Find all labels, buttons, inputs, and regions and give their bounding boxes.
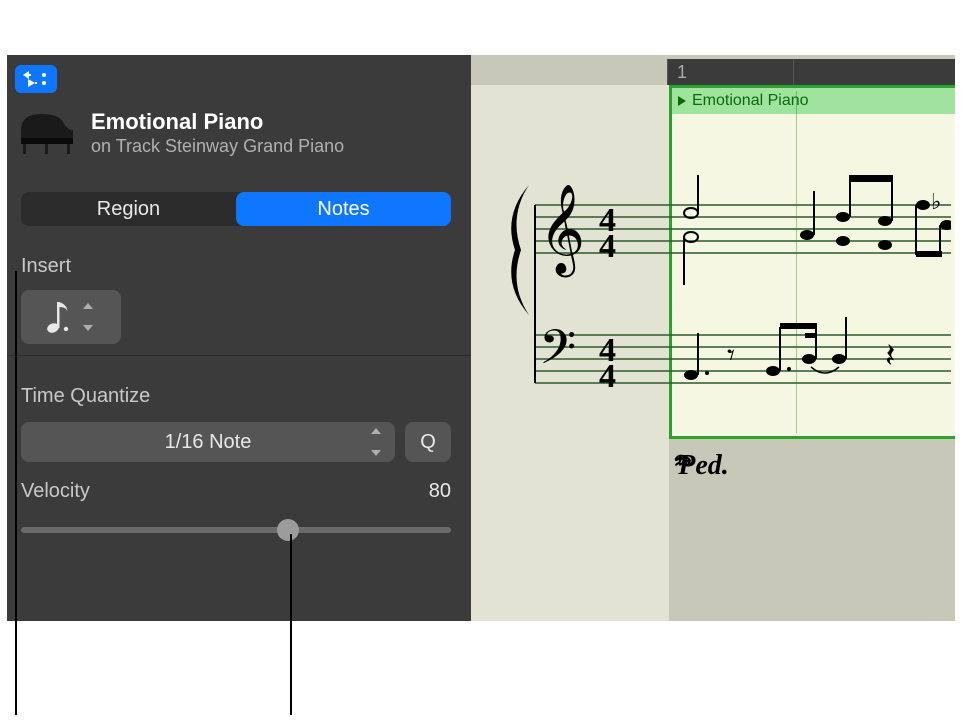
editor-window: Emotional Piano on Track Steinway Grand … bbox=[7, 55, 955, 621]
ruler-tick bbox=[793, 59, 794, 85]
quantize-button[interactable]: Q bbox=[405, 422, 451, 462]
region-label: Emotional Piano bbox=[692, 92, 809, 110]
time-quantize-section: Time Quantize 1/16 Note Q Velocity 80 bbox=[21, 385, 451, 541]
score-key-margin-lower bbox=[471, 439, 669, 621]
region-track-info: on Track Steinway Grand Piano bbox=[91, 136, 344, 157]
callout-line bbox=[15, 271, 17, 715]
insert-stepper[interactable] bbox=[83, 303, 97, 331]
velocity-value: 80 bbox=[429, 480, 451, 503]
time-quantize-popup[interactable]: 1/16 Note bbox=[21, 422, 395, 462]
score-area[interactable]: 1 Emotional Piano bbox=[471, 55, 955, 621]
dotted-eighth-note-icon bbox=[45, 299, 75, 335]
ruler-position-1: 1 bbox=[677, 62, 687, 83]
tab-notes[interactable]: Notes bbox=[236, 192, 451, 226]
callout-line bbox=[290, 534, 292, 715]
chevron-down-icon bbox=[371, 450, 381, 456]
pedal-marking: 𝆮Ped. Ped. bbox=[671, 450, 729, 482]
grand-piano-icon bbox=[17, 112, 77, 156]
tq-stepper[interactable] bbox=[371, 428, 385, 456]
play-icon bbox=[678, 96, 686, 106]
slider-track bbox=[21, 527, 451, 533]
time-quantize-value: 1/16 Note bbox=[165, 431, 252, 454]
tab-region[interactable]: Region bbox=[21, 192, 236, 226]
region-header-bar[interactable]: Emotional Piano bbox=[672, 88, 955, 114]
velocity-label: Velocity bbox=[21, 480, 90, 503]
chevron-up-icon bbox=[371, 428, 381, 434]
chevron-up-icon bbox=[83, 303, 93, 309]
midi-region[interactable]: Emotional Piano bbox=[669, 85, 955, 439]
insert-label: Insert bbox=[21, 255, 121, 278]
bar-ruler[interactable]: 1 bbox=[667, 59, 955, 85]
divider bbox=[7, 355, 471, 356]
velocity-slider[interactable] bbox=[21, 519, 451, 541]
insert-note-value-popup[interactable] bbox=[21, 290, 121, 344]
insert-section: Insert bbox=[21, 255, 121, 344]
region-title: Emotional Piano bbox=[91, 110, 344, 134]
region-header-divider bbox=[796, 91, 797, 433]
catch-button[interactable] bbox=[15, 65, 57, 93]
ruler-tick bbox=[667, 59, 668, 85]
region-header: Emotional Piano on Track Steinway Grand … bbox=[17, 110, 344, 157]
inspector-tab-segment: Region Notes bbox=[21, 192, 451, 226]
slider-thumb[interactable] bbox=[277, 519, 299, 541]
inspector-panel: Emotional Piano on Track Steinway Grand … bbox=[7, 55, 471, 621]
time-quantize-label: Time Quantize bbox=[21, 385, 451, 408]
catch-playhead-icon bbox=[23, 71, 49, 87]
chevron-down-icon bbox=[83, 325, 93, 331]
